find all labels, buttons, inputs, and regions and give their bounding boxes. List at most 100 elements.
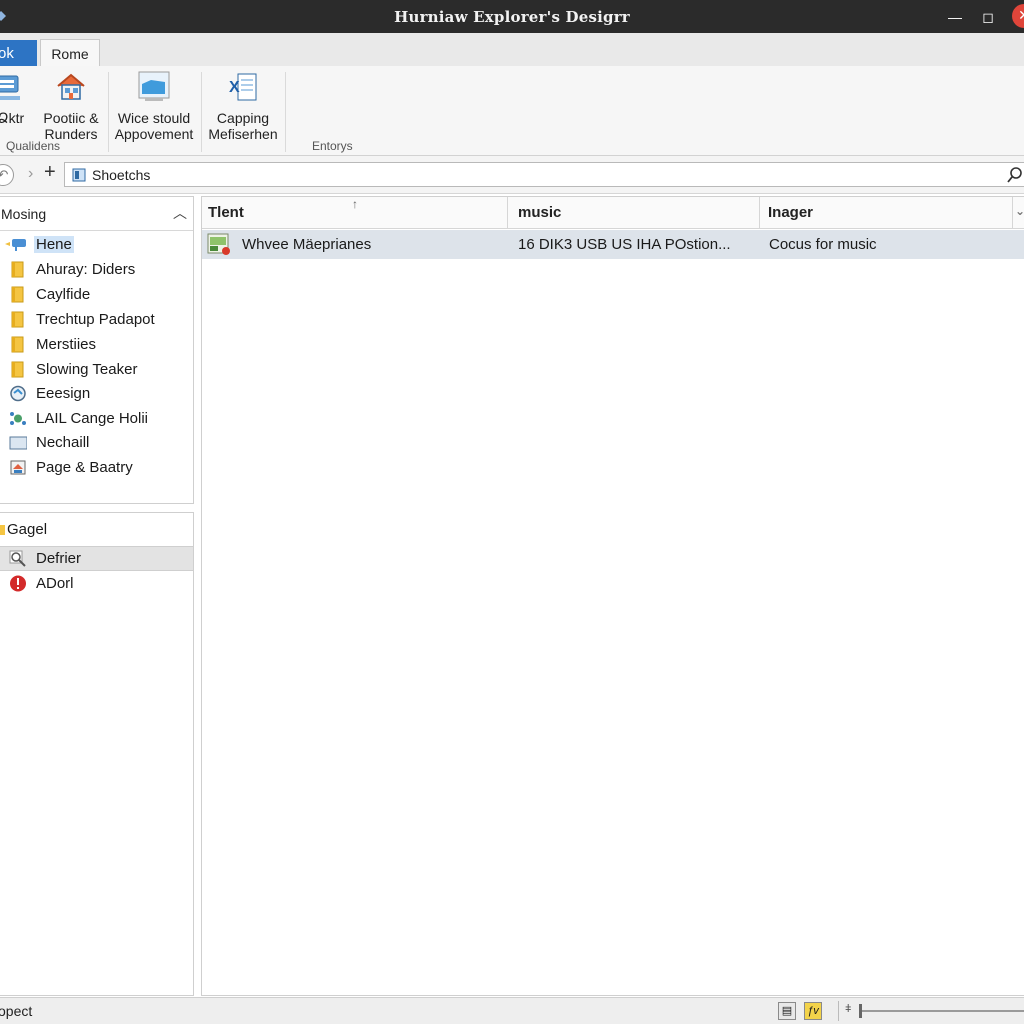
column-header-inager[interactable]: Inager [760, 197, 1013, 229]
nav-item-defrier[interactable]: Defrier [0, 546, 193, 571]
folder-icon [11, 286, 24, 303]
status-text: opect [0, 1003, 33, 1019]
minimize-button[interactable]: — [944, 6, 966, 28]
excel-icon: X [229, 73, 257, 101]
nav-item-folder[interactable]: Caylfide [0, 283, 193, 306]
add-button[interactable]: + [44, 161, 56, 184]
nav-item-folder[interactable]: Ahuray: Diders [0, 258, 193, 281]
nav-pane-header[interactable]: Mosing ︿ [0, 197, 193, 231]
ribbon-separator [108, 72, 109, 152]
folder-icon [11, 261, 24, 278]
drive-icon [9, 436, 27, 450]
column-header-label: Inager [768, 204, 814, 221]
nav-item-hene[interactable]: Hene [0, 233, 193, 256]
file-name: Whvee Mäeprianes [242, 236, 372, 253]
zoom-out-icon[interactable]: ǂ [845, 1003, 851, 1015]
nav-item-folder[interactable]: Slowing Teaker [0, 358, 193, 381]
nav-item-adorl[interactable]: ADorl [0, 572, 193, 595]
column-header-name[interactable]: Tlent ↑ [202, 197, 508, 229]
column-header-label: music [518, 204, 562, 221]
zoom-slider[interactable]: ǂ [838, 1001, 1024, 1021]
title-bar: Hurniaw Explorer's Desigrr — ◻ ✕ [0, 0, 1024, 33]
nav-item-label: Hene [34, 236, 74, 253]
zoom-track[interactable] [859, 1010, 1024, 1012]
ribbon-button-excel[interactable]: X Capping Mefiserhen [204, 70, 282, 142]
column-header-overflow[interactable]: ⌄ [1013, 197, 1024, 229]
monitor-folder-icon [138, 71, 170, 101]
ribbon-button-label-line2: Mefiserhen [208, 126, 278, 142]
nav-item-label: Defrier [36, 550, 82, 567]
nav-item-label: Eeesign [36, 385, 91, 402]
page-icon [10, 460, 26, 475]
ribbon-button-label: Ձktr [0, 110, 25, 126]
folder-icon [11, 361, 24, 378]
ribbon-button-label-line1: Pootiic & [43, 110, 99, 126]
ribbon-tab-bar: ok Rome [0, 33, 1024, 68]
ribbon: Ձktr Pootiic & Runders Wice stould Appov… [0, 66, 1024, 156]
ribbon-button-label-line1: Wice stould [117, 110, 191, 126]
file-list-pane: Tlent ↑ music Inager ⌄ Whvee Mäeprianes … [201, 196, 1024, 996]
location-icon [72, 168, 86, 182]
nav-item-label: Trechtup Padapot [36, 311, 155, 328]
nav-item-globe[interactable]: Eeesign [0, 382, 193, 405]
back-button[interactable]: ↶ [0, 164, 14, 186]
column-header-music[interactable]: music [508, 197, 760, 229]
nav-item-drive[interactable]: Nechaill [0, 431, 193, 454]
ribbon-button-monitor[interactable]: Wice stould Appovement [112, 70, 196, 142]
folder-icon [0, 525, 5, 535]
nav-item-label: Page & Baatry [36, 459, 133, 476]
nav-item-label: Ahuray: Diders [36, 261, 136, 278]
folder-icon [11, 336, 24, 353]
ribbon-group-label: Qualidens [6, 139, 61, 153]
nav-item-label: Slowing Teaker [36, 361, 138, 378]
network-drive-icon [5, 239, 26, 251]
nav-item-label: ADorl [36, 575, 74, 592]
nav-item-label: Nechaill [36, 434, 90, 451]
navigation-pane-group: Gagel Defrier ADorl [0, 512, 194, 996]
search-icon[interactable] [1006, 166, 1024, 184]
forward-button[interactable]: › [28, 165, 33, 183]
tab-file[interactable]: ok [0, 40, 37, 67]
globe-icon [10, 385, 26, 402]
nav-item-label: Merstiies [36, 336, 97, 353]
zoom-thumb[interactable] [859, 1004, 862, 1018]
column-dropdown-icon[interactable]: ⌄ [1015, 204, 1024, 218]
network-icon [0, 75, 20, 100]
file-music: 16 DIK3 USB US IHA POstion... [518, 236, 731, 253]
ribbon-button-label-line1: Capping [216, 110, 270, 126]
ribbon-button-label-line2: Appovement [114, 126, 194, 142]
collapse-chevron-icon[interactable]: ︿ [173, 203, 187, 223]
address-path: Shoetchs [92, 167, 151, 183]
gear-network-icon [10, 412, 26, 425]
details-view-button[interactable]: ▤ [778, 1002, 796, 1020]
magnifier-icon [9, 550, 26, 567]
nav-item-label: Caylfide [36, 286, 91, 303]
table-row[interactable]: Whvee Mäeprianes 16 DIK3 USB US IHA POst… [202, 230, 1024, 259]
nav-item-page[interactable]: Page & Baatry [0, 456, 193, 479]
folder-icon [11, 311, 24, 328]
ribbon-separator [201, 72, 202, 152]
file-inager: Cocus for music [769, 236, 877, 253]
nav-pane-title: Mosing [1, 206, 47, 222]
ribbon-separator [285, 72, 286, 152]
maximize-button[interactable]: ◻ [977, 6, 999, 28]
status-bar: opect ▤ ƒv ǂ [0, 997, 1024, 1024]
sort-ascending-icon: ↑ [352, 197, 358, 211]
nav-item-folder[interactable]: Trechtup Padapot [0, 308, 193, 331]
window-title: Hurniaw Explorer's Desigrr [394, 8, 630, 26]
nav-item-label: LAIL Cange Holii [36, 410, 149, 427]
error-icon [10, 575, 26, 592]
svg-text:X: X [229, 79, 240, 96]
image-file-icon [207, 233, 230, 255]
navigation-pane: Mosing ︿ Hene Ahuray: Diders Caylfide Tr… [0, 196, 194, 504]
nav-item-network[interactable]: LAIL Cange Holii [0, 407, 193, 430]
address-field[interactable]: Shoetchs [64, 162, 1024, 187]
tiles-view-button[interactable]: ƒv [804, 1002, 822, 1020]
house-icon [57, 73, 85, 100]
ribbon-group-label: Entorys [312, 139, 353, 153]
ribbon-button-network[interactable]: Ձktr [0, 70, 30, 126]
tab-home[interactable]: Rome [40, 39, 100, 68]
address-bar: ↶ › + Shoetchs [0, 156, 1024, 194]
nav-item-folder[interactable]: Merstiies [0, 333, 193, 356]
ribbon-button-home[interactable]: Pootiic & Runders [36, 70, 106, 142]
